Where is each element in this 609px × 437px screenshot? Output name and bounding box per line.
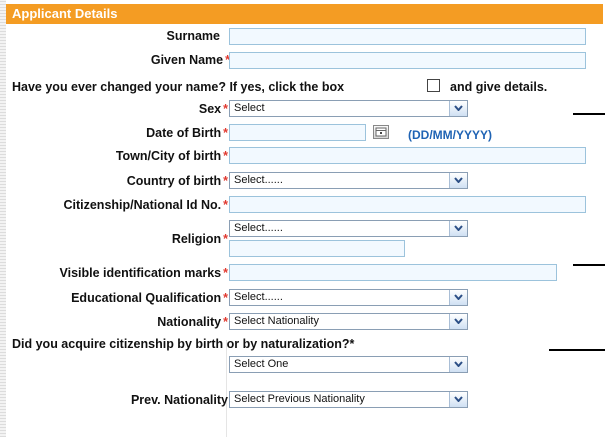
dob-format-hint: (DD/MM/YYYY) <box>408 128 492 142</box>
citizenship-acquired-select[interactable]: Select One <box>229 356 468 373</box>
annotation-line <box>573 264 605 266</box>
required-marker: * <box>223 149 228 163</box>
dob-label: Date of Birth * <box>146 125 228 141</box>
required-marker: * <box>223 126 228 140</box>
required-marker: * <box>223 315 228 329</box>
citizenship-acquired-select-value: Select One <box>234 358 289 370</box>
chevron-down-icon <box>449 101 467 116</box>
surname-input[interactable] <box>229 28 586 45</box>
sex-select-value: Select <box>234 102 265 114</box>
religion-label: Religion * <box>172 231 228 247</box>
nationality-label-text: Nationality <box>157 315 222 329</box>
town-of-birth-label-text: Town/City of birth <box>115 149 222 163</box>
column-divider <box>226 340 227 437</box>
education-select[interactable]: Select...... <box>229 289 468 306</box>
section-header: Applicant Details <box>6 4 603 24</box>
dob-input[interactable] <box>229 124 366 141</box>
chevron-down-icon <box>449 221 467 236</box>
identification-marks-input[interactable] <box>229 264 557 281</box>
calendar-icon[interactable] <box>373 125 389 139</box>
religion-other-input[interactable] <box>229 240 405 257</box>
identification-marks-label-text: Visible identification marks <box>59 266 222 280</box>
required-marker: * <box>223 291 228 305</box>
chevron-down-icon <box>449 290 467 305</box>
surname-label: Surname <box>167 28 221 44</box>
chevron-down-icon <box>449 173 467 188</box>
nationality-label: Nationality * <box>157 314 228 330</box>
sex-select[interactable]: Select <box>229 100 468 117</box>
required-marker: * <box>349 337 355 351</box>
nationality-select[interactable]: Select Nationality <box>229 313 468 330</box>
nationality-select-value: Select Nationality <box>234 315 319 327</box>
sex-label-text: Sex <box>198 102 222 116</box>
sex-label: Sex * <box>199 101 228 117</box>
chevron-down-icon <box>449 357 467 372</box>
name-change-question: Have you ever changed your name? If yes,… <box>12 80 345 94</box>
annotation-line <box>573 113 605 115</box>
country-of-birth-label-text: Country of birth <box>126 174 222 188</box>
surname-label-text: Surname <box>166 29 221 43</box>
country-of-birth-select[interactable]: Select...... <box>229 172 468 189</box>
country-of-birth-label: Country of birth * <box>127 173 228 189</box>
education-select-value: Select...... <box>234 291 283 303</box>
citizenship-id-label-text: Citizenship/National Id No. <box>63 198 222 212</box>
required-marker: * <box>223 174 228 188</box>
prev-nationality-select[interactable]: Select Previous Nationality <box>229 391 468 408</box>
chevron-down-icon <box>449 314 467 329</box>
religion-select-value: Select...... <box>234 222 283 234</box>
name-change-suffix: and give details. <box>450 80 548 94</box>
given-name-label-text: Given Name <box>150 53 224 67</box>
prev-nationality-select-value: Select Previous Nationality <box>234 393 365 405</box>
education-label-text: Educational Qualification <box>71 291 222 305</box>
citizenship-acquired-question-text: Did you acquire citizenship by birth or … <box>12 337 350 351</box>
religion-select[interactable]: Select...... <box>229 220 468 237</box>
required-marker: * <box>223 102 228 116</box>
identification-marks-label: Visible identification marks * <box>59 265 228 281</box>
dob-label-text: Date of Birth <box>146 126 222 140</box>
name-change-checkbox[interactable] <box>427 79 440 92</box>
citizenship-id-input[interactable] <box>229 196 586 213</box>
required-marker: * <box>223 266 228 280</box>
town-of-birth-input[interactable] <box>229 147 586 164</box>
given-name-input[interactable] <box>229 52 586 69</box>
applicant-details-form: Applicant Details Surname Given Name * Ha… <box>0 0 609 437</box>
required-marker: * <box>223 198 228 212</box>
town-of-birth-label: Town/City of birth * <box>116 148 228 164</box>
citizenship-acquired-question: Did you acquire citizenship by birth or … <box>12 336 354 352</box>
country-of-birth-select-value: Select...... <box>234 174 283 186</box>
annotation-line <box>549 349 605 351</box>
citizenship-id-label: Citizenship/National Id No. * <box>63 197 228 213</box>
chevron-down-icon <box>449 392 467 407</box>
given-name-label: Given Name * <box>151 52 230 68</box>
required-marker: * <box>223 232 228 246</box>
religion-label-text: Religion <box>171 232 222 246</box>
prev-nationality-label: Prev. Nationality <box>130 393 228 407</box>
education-label: Educational Qualification * <box>71 290 228 306</box>
